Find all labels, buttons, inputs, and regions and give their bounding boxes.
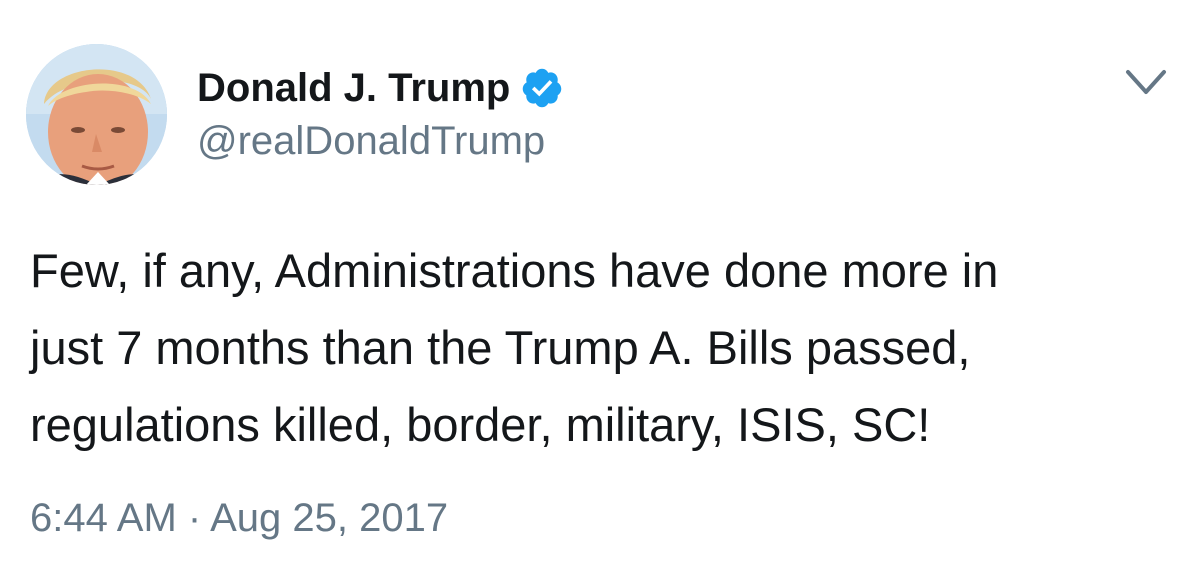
- author-handle[interactable]: @realDonaldTrump: [197, 119, 545, 164]
- chevron-down-icon[interactable]: [1124, 66, 1168, 100]
- tweet-text-line: Few, if any, Administrations have done m…: [30, 244, 999, 297]
- verified-badge-icon: [523, 68, 562, 108]
- avatar[interactable]: [26, 44, 167, 185]
- tweet-text-line: regulations killed, border, military, IS…: [30, 398, 931, 451]
- avatar-image: [26, 44, 167, 185]
- author-row: Donald J. Trump: [197, 63, 564, 113]
- tweet-timestamp[interactable]: 6:44 AM · Aug 25, 2017: [30, 496, 448, 541]
- author-display-name[interactable]: Donald J. Trump: [197, 66, 510, 111]
- tweet-text: Few, if any, Administrations have done m…: [30, 232, 1170, 463]
- tweet-card: Donald J. Trump @realDonaldTrump Few, if…: [0, 0, 1200, 581]
- tweet-text-line: just 7 months than the Trump A. Bills pa…: [30, 321, 971, 374]
